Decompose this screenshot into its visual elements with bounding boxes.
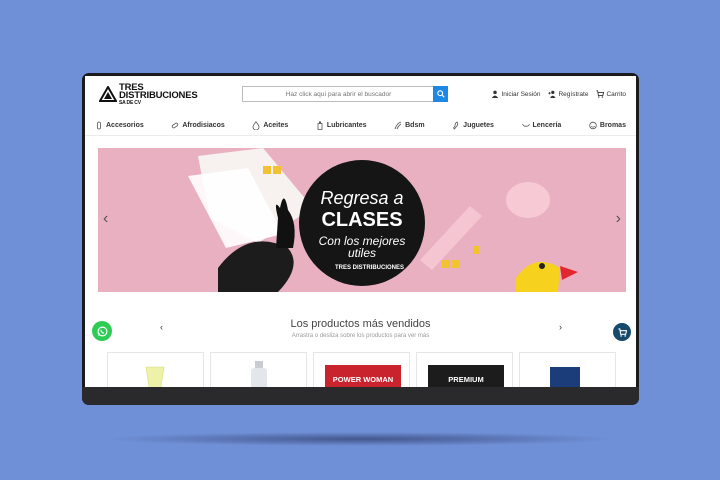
cart-icon xyxy=(596,90,605,98)
site-header: TRES DISTRIBUCIONES SA DE CV Iniciar xyxy=(85,76,636,110)
category-nav: Accesorios Afrodisiacos Aceites Lubrican… xyxy=(85,116,636,136)
logo-text: TRES DISTRIBUCIONES SA DE CV xyxy=(119,83,198,106)
category-bromas[interactable]: Bromas xyxy=(589,116,626,135)
floating-cart-button[interactable] xyxy=(613,323,631,341)
cart-icon xyxy=(617,327,627,337)
banner-circle: Regresa a CLASES Con los mejores utiles … xyxy=(299,160,425,286)
banner-line-1: Regresa a xyxy=(320,188,404,208)
category-label: Afrodisiacos xyxy=(182,122,225,129)
search-bar xyxy=(242,86,449,102)
header-links: Iniciar Sesión Regístrate Carrito xyxy=(491,90,626,98)
logo-line-2: DISTRIBUCIONES xyxy=(119,90,198,101)
banner-brand: TRES DISTRIBUCIONES xyxy=(335,265,405,271)
category-label: Lubricantes xyxy=(326,122,367,129)
product-image xyxy=(251,361,267,387)
category-lubricantes[interactable]: Lubricantes xyxy=(316,116,367,135)
search-button[interactable] xyxy=(433,86,448,102)
banner-next-arrow[interactable]: › xyxy=(616,210,621,228)
category-label: Accesorios xyxy=(106,122,144,129)
product-card[interactable] xyxy=(519,352,616,387)
category-label: Bromas xyxy=(599,122,626,129)
category-bdsm[interactable]: Bdsm xyxy=(394,116,425,135)
user-icon xyxy=(492,90,499,98)
product-card[interactable] xyxy=(210,352,307,387)
products-next-arrow[interactable]: › xyxy=(559,322,562,332)
cart-label: Carrito xyxy=(606,90,626,98)
category-aceites[interactable]: Aceites xyxy=(252,116,288,135)
category-lenceria[interactable]: Lencería xyxy=(521,116,562,135)
category-afrodisiacos[interactable]: Afrodisiacos xyxy=(171,116,225,135)
product-carousel: POWER WOMAN PREMIUM xyxy=(107,352,619,387)
product-image xyxy=(550,367,580,387)
product-label: PREMIUM xyxy=(428,365,504,387)
smile-icon xyxy=(589,121,597,130)
product-label: POWER WOMAN xyxy=(325,365,401,387)
category-label: Juguetes xyxy=(463,122,494,129)
pill-icon xyxy=(172,122,179,129)
browser-screen: TRES DISTRIBUCIONES SA DE CV Iniciar xyxy=(85,76,636,387)
hero-banner[interactable]: ‹ › Regresa a CLASES Con los mejores uti… xyxy=(98,148,626,292)
products-title: Los productos más vendidos xyxy=(290,318,431,330)
user-plus-icon xyxy=(548,90,557,98)
monitor-shadow xyxy=(105,432,615,446)
product-card[interactable]: PREMIUM xyxy=(416,352,513,387)
register-link[interactable]: Regístrate xyxy=(548,90,588,98)
search-icon xyxy=(436,90,445,98)
accessory-icon xyxy=(97,121,101,130)
category-label: Lencería xyxy=(532,122,562,129)
monitor-chin xyxy=(82,387,639,405)
category-label: Aceites xyxy=(263,122,289,129)
site-logo[interactable]: TRES DISTRIBUCIONES SA DE CV xyxy=(99,83,219,106)
whip-icon xyxy=(394,121,402,130)
product-card[interactable]: POWER WOMAN xyxy=(313,352,410,387)
banner-line-3b: utiles xyxy=(347,246,376,260)
banner-line-3: Con los mejores utiles xyxy=(299,235,425,259)
category-label: Bdsm xyxy=(405,122,425,129)
bottle-icon xyxy=(317,121,323,130)
banner-line-2: CLASES xyxy=(321,209,403,231)
toy-icon xyxy=(453,121,459,130)
monitor-frame: TRES DISTRIBUCIONES SA DE CV Iniciar xyxy=(82,73,639,405)
drop-icon xyxy=(252,121,260,130)
register-label: Regístrate xyxy=(558,90,589,98)
banner-prev-arrow[interactable]: ‹ xyxy=(103,210,108,228)
product-image xyxy=(145,366,165,387)
login-link[interactable]: Iniciar Sesión xyxy=(491,90,540,98)
category-accesorios[interactable]: Accesorios xyxy=(95,116,144,135)
category-juguetes[interactable]: Juguetes xyxy=(452,116,494,135)
login-label: Iniciar Sesión xyxy=(501,90,541,98)
logo-triangle-icon xyxy=(99,86,117,102)
product-card[interactable] xyxy=(107,352,204,387)
products-subtitle: Arrastra o desliza sobre los productos p… xyxy=(291,333,430,339)
cart-link[interactable]: Carrito xyxy=(596,90,626,98)
search-input[interactable] xyxy=(242,86,434,102)
lingerie-icon xyxy=(521,123,530,127)
